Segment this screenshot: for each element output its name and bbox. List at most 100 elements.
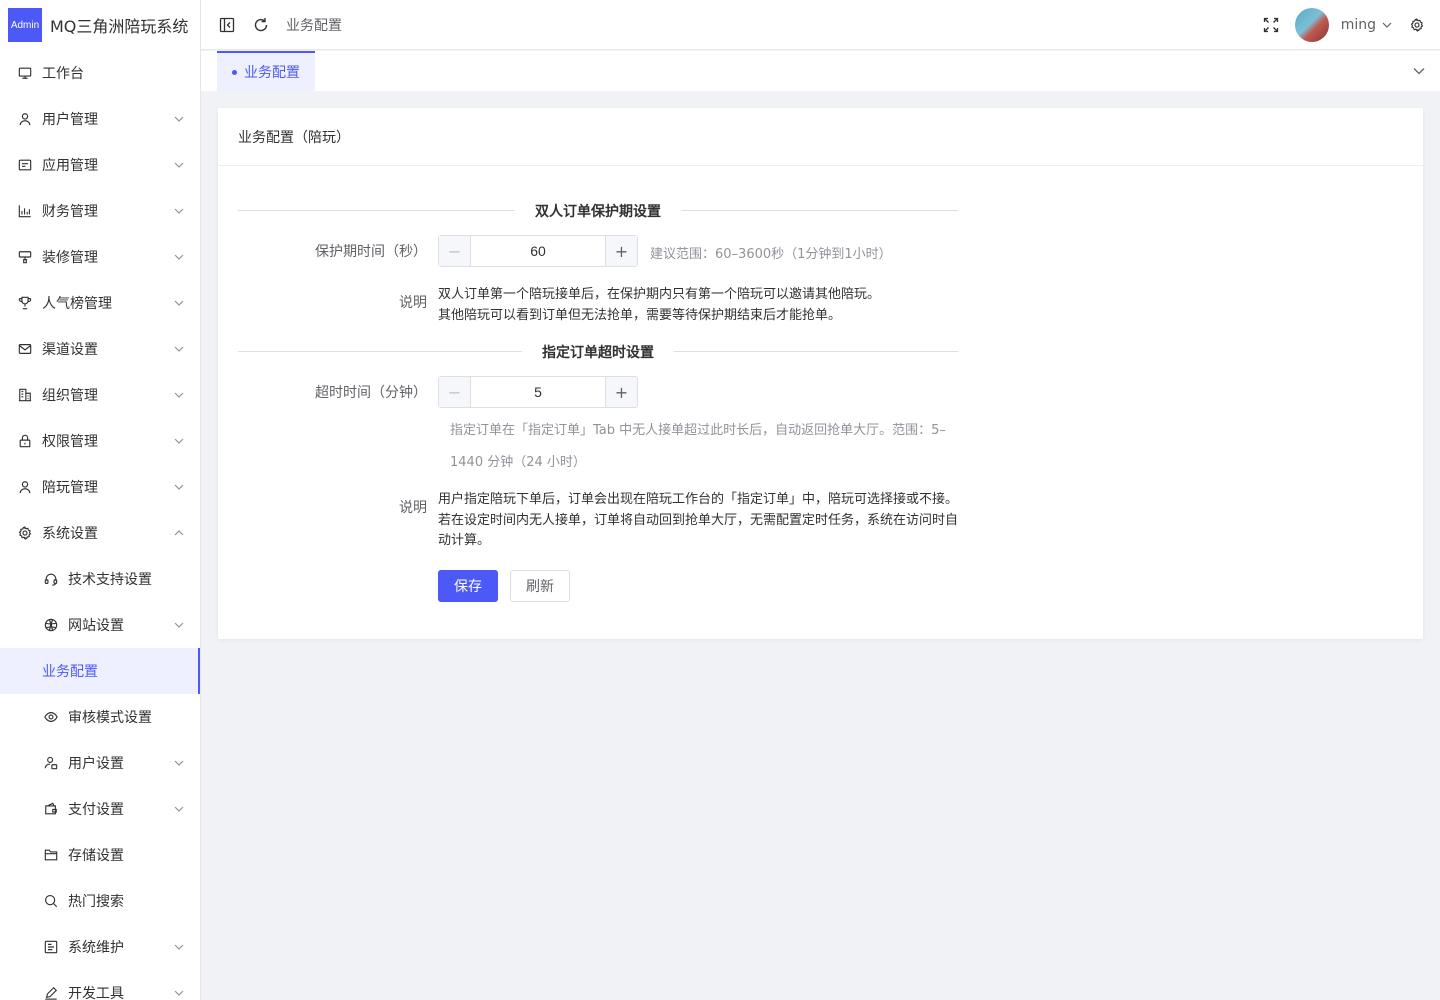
sidebar-item-payment-settings[interactable]: 支付设置 xyxy=(0,786,200,832)
timeout-label: 超时时间（分钟） xyxy=(315,385,427,401)
settings-gear-icon[interactable] xyxy=(1410,18,1424,32)
tab-label: 业务配置 xyxy=(244,65,300,81)
chevron-down-icon[interactable] xyxy=(1412,64,1426,78)
sidebar-item-business-config[interactable]: 业务配置 xyxy=(0,648,200,694)
tabs-bar: 业务配置 xyxy=(201,51,1440,91)
brush-icon xyxy=(18,250,32,264)
monitor-icon xyxy=(18,66,32,80)
search-icon xyxy=(44,894,58,908)
timeout-hint: 指定订单在「指定订单」Tab 中无人接单超过此时长后，自动返回抢单大厅。范围：5… xyxy=(450,415,946,479)
user-icon xyxy=(18,112,32,126)
refresh-icon[interactable] xyxy=(253,17,269,33)
breadcrumb: 业务配置 xyxy=(286,17,342,34)
sidebar-item-system-settings[interactable]: 系统设置 xyxy=(0,510,200,556)
sidebar-item-finance-management[interactable]: 财务管理 xyxy=(0,188,200,234)
sidebar-item-label: 开发工具 xyxy=(68,986,124,1000)
sidebar-item-website-settings[interactable]: 网站设置 xyxy=(0,602,200,648)
desc-line: 若在设定时间内无人接单，订单将自动回到抢单大厅，无需配置定时任务，系统在访问时自 xyxy=(438,512,959,528)
tab-business-config[interactable]: 业务配置 xyxy=(217,51,315,91)
desc-line: 动计算。 xyxy=(438,533,491,548)
timeout-description: 用户指定陪玩下单后，订单会出现在陪玩工作台的「指定订单」中，陪玩可选择接或不接。… xyxy=(438,490,978,552)
mail-icon xyxy=(18,342,32,356)
sidebar-item-label: 工作台 xyxy=(42,66,84,82)
sidebar-item-organization-management[interactable]: 组织管理 xyxy=(0,372,200,418)
sidebar-item-decoration-management[interactable]: 装修管理 xyxy=(0,234,200,280)
user-settings-icon xyxy=(44,756,58,770)
sidebar-item-channel-settings[interactable]: 渠道设置 xyxy=(0,326,200,372)
sidebar-item-label: 热门搜索 xyxy=(68,894,124,910)
chevron-down-icon xyxy=(174,436,184,446)
chevron-down-icon xyxy=(174,114,184,124)
protection-time-stepper: − + xyxy=(438,235,638,267)
chevron-down-icon[interactable] xyxy=(1382,20,1392,30)
sidebar-item-label: 网站设置 xyxy=(68,618,124,634)
save-button[interactable]: 保存 xyxy=(438,570,498,602)
gear-icon xyxy=(18,526,32,540)
sidebar: Admin MQ三角洲陪玩系统 工作台 用户管理 应用管理 财务管理 装修管理 … xyxy=(0,0,201,1000)
avatar[interactable] xyxy=(1294,8,1329,42)
fullscreen-icon[interactable] xyxy=(1263,17,1279,33)
chevron-down-icon xyxy=(174,988,184,998)
sidebar-item-label: 技术支持设置 xyxy=(68,572,152,588)
logo[interactable]: Admin MQ三角洲陪玩系统 xyxy=(0,0,200,50)
sidebar-item-storage-settings[interactable]: 存储设置 xyxy=(0,832,200,878)
sidebar-item-dev-tools[interactable]: 开发工具 xyxy=(0,970,200,1000)
sidebar-item-system-maintenance[interactable]: 系统维护 xyxy=(0,924,200,970)
decrease-button[interactable]: − xyxy=(439,236,471,266)
sidebar-item-tech-support-settings[interactable]: 技术支持设置 xyxy=(0,556,200,602)
sidebar-item-label: 系统维护 xyxy=(68,940,124,956)
sidebar-item-permission-management[interactable]: 权限管理 xyxy=(0,418,200,464)
protection-desc-label: 说明 xyxy=(399,295,427,311)
sidebar-item-companion-management[interactable]: 陪玩管理 xyxy=(0,464,200,510)
sidebar-item-label: 财务管理 xyxy=(42,204,98,220)
card-title: 业务配置（陪玩） xyxy=(218,108,1423,166)
sidebar-item-label: 审核模式设置 xyxy=(68,710,152,726)
hint-line: 1440 分钟（24 小时） xyxy=(450,455,586,470)
top-header: 业务配置 ming xyxy=(201,0,1440,50)
protection-time-hint: 建议范围：60–3600秒（1分钟到1小时） xyxy=(650,247,892,262)
increase-button[interactable]: + xyxy=(605,377,637,407)
pen-icon xyxy=(44,986,58,1000)
sidebar-item-label: 人气榜管理 xyxy=(42,296,112,312)
username[interactable]: ming xyxy=(1341,17,1376,33)
protection-time-input[interactable] xyxy=(471,236,605,266)
refresh-button[interactable]: 刷新 xyxy=(510,570,570,602)
chevron-down-icon xyxy=(174,298,184,308)
sidebar-item-workbench[interactable]: 工作台 xyxy=(0,50,200,96)
increase-button[interactable]: + xyxy=(605,236,637,266)
sidebar-item-popularity-management[interactable]: 人气榜管理 xyxy=(0,280,200,326)
chevron-up-icon xyxy=(174,528,184,538)
eye-icon xyxy=(44,710,58,724)
sidebar-item-user-settings[interactable]: 用户设置 xyxy=(0,740,200,786)
chevron-down-icon xyxy=(174,160,184,170)
sidebar-item-user-management[interactable]: 用户管理 xyxy=(0,96,200,142)
sidebar-item-label: 用户管理 xyxy=(42,112,98,128)
desc-line: 用户指定陪玩下单后，订单会出现在陪玩工作台的「指定订单」中，陪玩可选择接或不接。 xyxy=(438,492,959,507)
maintenance-icon xyxy=(44,940,58,954)
sidebar-item-label: 陪玩管理 xyxy=(42,480,98,496)
decrease-button[interactable]: − xyxy=(439,377,471,407)
section-title-protection: 双人订单保护期设置 xyxy=(515,201,681,221)
headset-icon xyxy=(44,572,58,586)
lock-icon xyxy=(18,434,32,448)
sidebar-item-label: 系统设置 xyxy=(42,526,98,542)
sidebar-item-review-mode-settings[interactable]: 审核模式设置 xyxy=(0,694,200,740)
sidebar-item-app-management[interactable]: 应用管理 xyxy=(0,142,200,188)
chart-icon xyxy=(18,204,32,218)
chevron-down-icon xyxy=(174,758,184,768)
chevron-down-icon xyxy=(174,252,184,262)
collapse-sidebar-icon[interactable] xyxy=(219,17,235,33)
chevron-down-icon xyxy=(174,390,184,400)
sidebar-item-label: 装修管理 xyxy=(42,250,98,266)
protection-description: 双人订单第一个陪玩接单后，在保护期内只有第一个陪玩可以邀请其他陪玩。 其他陪玩可… xyxy=(438,285,978,326)
user-icon xyxy=(18,480,32,494)
sidebar-item-hot-search[interactable]: 热门搜索 xyxy=(0,878,200,924)
sidebar-item-label: 支付设置 xyxy=(68,802,124,818)
sidebar-item-label: 应用管理 xyxy=(42,158,98,174)
timeout-desc-label: 说明 xyxy=(399,500,427,516)
sidebar-item-label: 权限管理 xyxy=(42,434,98,450)
sidebar-item-label: 存储设置 xyxy=(68,848,124,864)
chevron-down-icon xyxy=(174,620,184,630)
timeout-input[interactable] xyxy=(471,377,605,407)
section-title-timeout: 指定订单超时设置 xyxy=(522,342,674,362)
